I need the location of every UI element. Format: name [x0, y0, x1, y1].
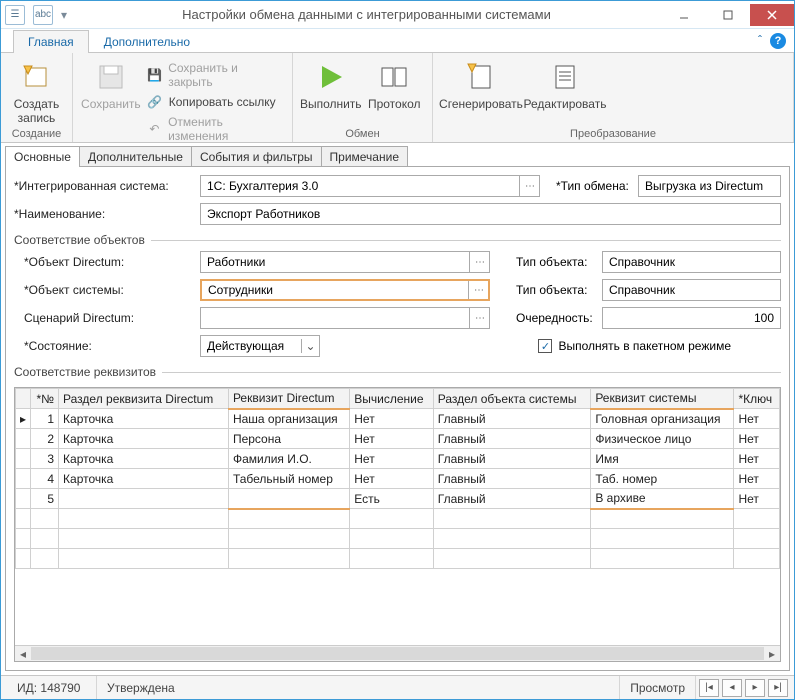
group-label-create: Создание: [1, 128, 72, 142]
scenario-input[interactable]: ⋯: [200, 307, 490, 329]
nav-first-button[interactable]: |◂: [699, 679, 719, 697]
checkmark-icon: ✓: [538, 339, 552, 353]
save-icon: [95, 61, 127, 93]
undo-icon: ↶: [147, 121, 162, 137]
status-state: Утверждена: [97, 676, 620, 699]
save-close-icon: 💾: [147, 67, 163, 83]
tab-extra[interactable]: Дополнительные: [79, 146, 192, 167]
ribbon-tabs: Главная Дополнительно ˆ ?: [1, 29, 794, 53]
table-row[interactable]: ▸1КарточкаНаша организацияНетГлавныйГоло…: [16, 409, 780, 429]
app-window: ☰ abc ▾ Настройки обмена данными с интег…: [0, 0, 795, 700]
col-sys-req[interactable]: Реквизит системы: [591, 389, 734, 409]
ellipsis-icon[interactable]: ⋯: [469, 252, 489, 272]
label-exchange-type: *Тип обмена:: [546, 179, 632, 193]
obj-type-1-input[interactable]: Справочник: [602, 251, 781, 273]
tab-note[interactable]: Примечание: [321, 146, 408, 167]
group-label-transform: Преобразование: [433, 128, 793, 142]
label-obj-type-1: Тип объекта:: [496, 255, 596, 269]
chevron-down-icon: ⌄: [301, 339, 319, 353]
new-record-icon: [21, 61, 53, 93]
ribbon-tab-extra[interactable]: Дополнительно: [89, 30, 205, 53]
fieldset-object-mapping: Соответствие объектов: [14, 233, 781, 247]
generate-icon: [465, 61, 497, 93]
titlebar: ☰ abc ▾ Настройки обмена данными с интег…: [1, 1, 794, 29]
play-icon: [315, 61, 347, 93]
scroll-thumb[interactable]: [31, 647, 764, 660]
create-record-button[interactable]: Создать запись: [7, 55, 66, 125]
ellipsis-icon[interactable]: ⋯: [519, 176, 539, 196]
generate-button[interactable]: Сгенерировать: [439, 55, 523, 111]
label-obj-directum: *Объект Directum:: [14, 255, 194, 269]
table-row[interactable]: [16, 549, 780, 569]
obj-system-input[interactable]: Сотрудники ⋯: [200, 279, 490, 301]
nav-prev-button[interactable]: ◂: [722, 679, 742, 697]
close-button[interactable]: [750, 4, 794, 26]
horizontal-scrollbar[interactable]: ◂ ▸: [15, 645, 780, 661]
ribbon-tab-main[interactable]: Главная: [13, 30, 89, 53]
content-panel: *Интегрированная система: 1С: Бухгалтери…: [5, 166, 790, 671]
table-row[interactable]: 3КарточкаФамилия И.О.НетГлавныйИмяНет: [16, 449, 780, 469]
book-icon: [378, 61, 410, 93]
scroll-right-icon[interactable]: ▸: [764, 646, 780, 661]
obj-type-2-input[interactable]: Справочник: [602, 279, 781, 301]
group-label-exchange: Обмен: [293, 128, 432, 142]
copy-link-icon: 🔗: [147, 94, 163, 110]
col-sys-section[interactable]: Раздел объекта системы: [433, 389, 591, 409]
obj-directum-input[interactable]: Работники ⋯: [200, 251, 490, 273]
label-order: Очередность:: [496, 311, 596, 325]
help-icon[interactable]: ?: [770, 33, 786, 49]
order-input[interactable]: 100: [602, 307, 781, 329]
label-obj-system: *Объект системы:: [14, 283, 194, 297]
save-close-button[interactable]: 💾 Сохранить и закрыть: [143, 59, 286, 91]
name-input[interactable]: Экспорт Работников: [200, 203, 781, 225]
label-scenario: Сценарий Directum:: [14, 311, 194, 325]
col-req[interactable]: Реквизит Directum: [228, 389, 349, 409]
maximize-button[interactable]: [706, 4, 750, 26]
label-obj-type-2: Тип объекта:: [496, 283, 596, 297]
protocol-button[interactable]: Протокол: [363, 55, 427, 111]
label-integrated-system: *Интегрированная система:: [14, 179, 194, 193]
table-row[interactable]: 4КарточкаТабельный номерНетГлавныйТаб. н…: [16, 469, 780, 489]
requisite-grid[interactable]: *№ Раздел реквизита Directum Реквизит Di…: [14, 387, 781, 662]
run-button[interactable]: Выполнить: [299, 55, 363, 111]
table-row[interactable]: [16, 509, 780, 529]
undo-button[interactable]: ↶ Отменить изменения: [143, 113, 286, 145]
edit-icon: [549, 61, 581, 93]
status-id: ИД: 148790: [7, 676, 97, 699]
table-row[interactable]: 5ЕстьГлавныйВ архивеНет: [16, 489, 780, 509]
scroll-left-icon[interactable]: ◂: [15, 646, 31, 661]
app-icon: ☰: [5, 5, 25, 25]
ribbon: Создать запись Создание Сохранить 💾 Сохр…: [1, 53, 794, 143]
nav-next-button[interactable]: ▸: [745, 679, 765, 697]
integrated-system-input[interactable]: 1С: Бухгалтерия 3.0 ⋯: [200, 175, 540, 197]
col-key[interactable]: *Ключ: [734, 389, 780, 409]
nav-last-button[interactable]: ▸|: [768, 679, 788, 697]
label-state: *Состояние:: [14, 339, 194, 353]
table-row[interactable]: [16, 529, 780, 549]
minimize-button[interactable]: [662, 4, 706, 26]
table-row[interactable]: 2КарточкаПерсонаНетГлавныйФизическое лиц…: [16, 429, 780, 449]
ellipsis-icon[interactable]: ⋯: [469, 308, 489, 328]
qat-dropdown-icon[interactable]: ▾: [57, 5, 71, 25]
batch-mode-checkbox[interactable]: ✓ Выполнять в пакетном режиме: [538, 339, 731, 353]
exchange-type-input[interactable]: Выгрузка из Directum: [638, 175, 781, 197]
tab-main[interactable]: Основные: [5, 146, 80, 167]
qat-icon[interactable]: abc: [33, 5, 53, 25]
col-num[interactable]: *№: [31, 389, 59, 409]
state-select[interactable]: Действующая ⌄: [200, 335, 320, 357]
label-name: *Наименование:: [14, 207, 194, 221]
tab-events[interactable]: События и фильтры: [191, 146, 322, 167]
col-calc[interactable]: Вычисление: [350, 389, 434, 409]
status-bar: ИД: 148790 Утверждена Просмотр |◂ ◂ ▸ ▸|: [1, 675, 794, 699]
ellipsis-icon[interactable]: ⋯: [468, 281, 488, 299]
copy-link-button[interactable]: 🔗 Копировать ссылку: [143, 92, 286, 112]
save-button[interactable]: Сохранить: [79, 55, 143, 111]
window-title: Настройки обмена данными с интегрированн…: [71, 7, 662, 22]
collapse-ribbon-icon[interactable]: ˆ: [758, 33, 762, 49]
content-tabs: Основные Дополнительные События и фильтр…: [5, 146, 790, 167]
status-view: Просмотр: [620, 676, 696, 699]
col-section[interactable]: Раздел реквизита Directum: [59, 389, 229, 409]
fieldset-req-mapping: Соответствие реквизитов: [14, 365, 781, 379]
edit-button[interactable]: Редактировать: [523, 55, 607, 111]
